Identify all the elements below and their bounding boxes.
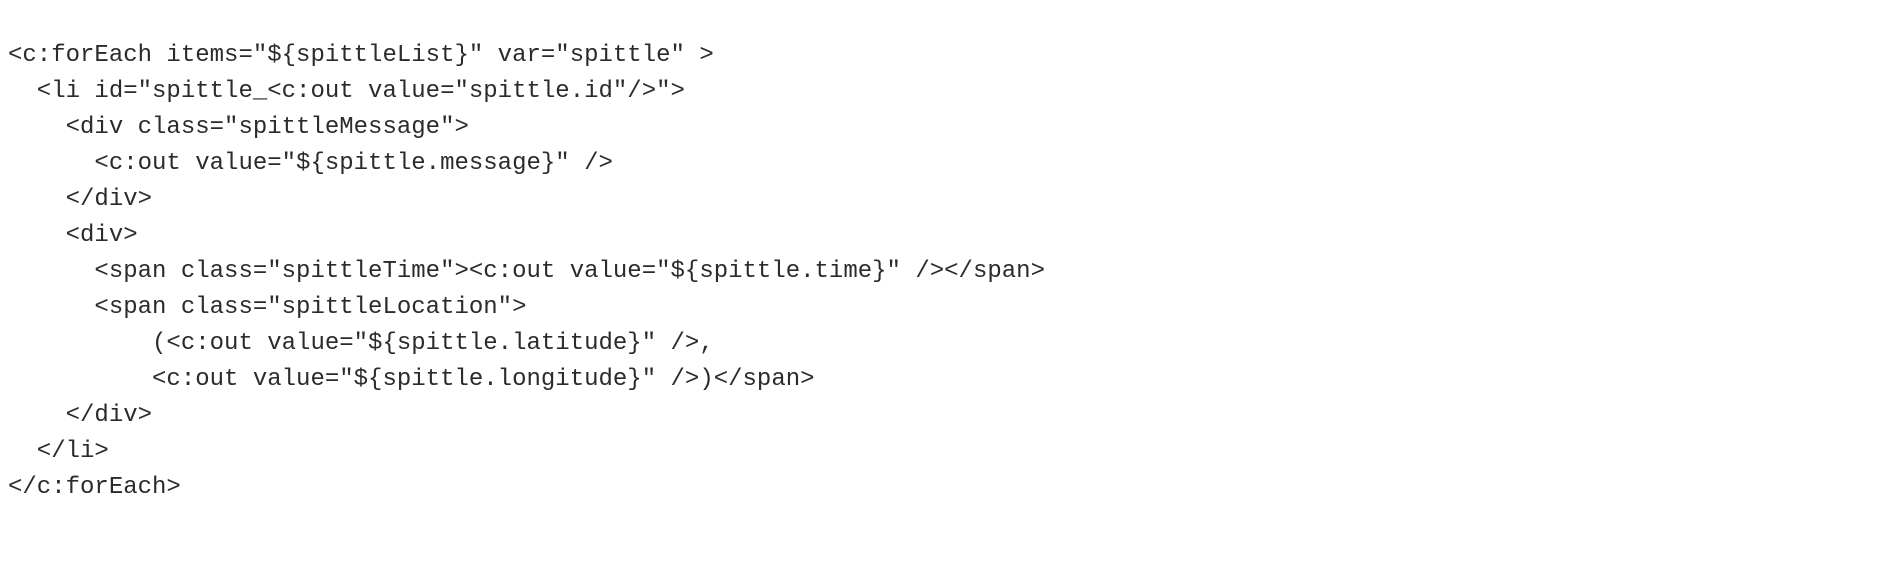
code-line: </div> bbox=[8, 402, 153, 429]
code-line: <div class="spittleMessage"> bbox=[8, 114, 469, 141]
code-line: </c:forEach> bbox=[8, 474, 181, 501]
code-line: <div> bbox=[8, 222, 138, 249]
code-line: </div> bbox=[8, 186, 153, 213]
code-line: <li id="spittle_<c:out value="spittle.id… bbox=[8, 78, 685, 105]
code-line: <span class="spittleLocation"> bbox=[8, 294, 527, 321]
code-line: <span class="spittleTime"><c:out value="… bbox=[8, 258, 1045, 285]
code-line: <c:out value="${spittle.longitude}" />)<… bbox=[8, 366, 815, 393]
code-line: <c:out value="${spittle.message}" /> bbox=[8, 150, 613, 177]
code-line: (<c:out value="${spittle.latitude}" />, bbox=[8, 330, 714, 357]
code-listing: <c:forEach items="${spittleList}" var="s… bbox=[8, 38, 1045, 542]
code-line: </li> bbox=[8, 438, 109, 465]
code-line: <c:forEach items="${spittleList}" var="s… bbox=[8, 42, 714, 69]
